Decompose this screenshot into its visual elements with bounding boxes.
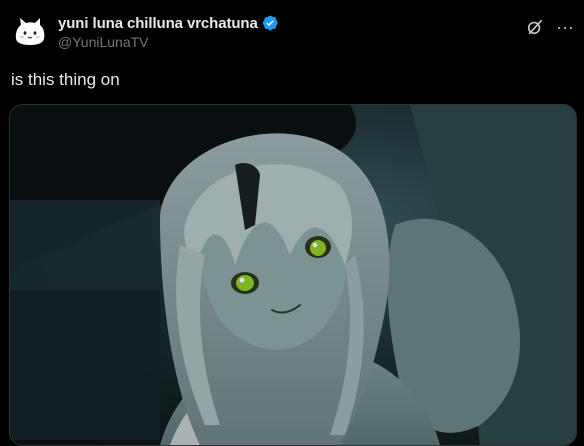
tweet: yuni luna chilluna vrchatuna @YuniLunaTV…: [0, 0, 584, 446]
grok-button[interactable]: [522, 14, 548, 40]
tweet-media-image[interactable]: [9, 104, 577, 446]
more-dots-icon: ···: [556, 16, 574, 37]
author-handle[interactable]: @YuniLunaTV: [58, 34, 279, 50]
tweet-text: is this thing on: [11, 70, 120, 89]
grok-icon: [527, 19, 543, 35]
display-name[interactable]: yuni luna chilluna vrchatuna: [58, 15, 258, 32]
more-button[interactable]: ···: [552, 14, 578, 40]
tweet-header: yuni luna chilluna vrchatuna @YuniLunaTV: [58, 13, 279, 50]
vr-avatar-selfie-photo: [10, 105, 576, 445]
name-row: yuni luna chilluna vrchatuna: [58, 13, 279, 33]
avatar[interactable]: [10, 12, 50, 52]
verified-badge-icon: [261, 14, 279, 32]
white-cat-avatar-icon: [10, 12, 50, 52]
